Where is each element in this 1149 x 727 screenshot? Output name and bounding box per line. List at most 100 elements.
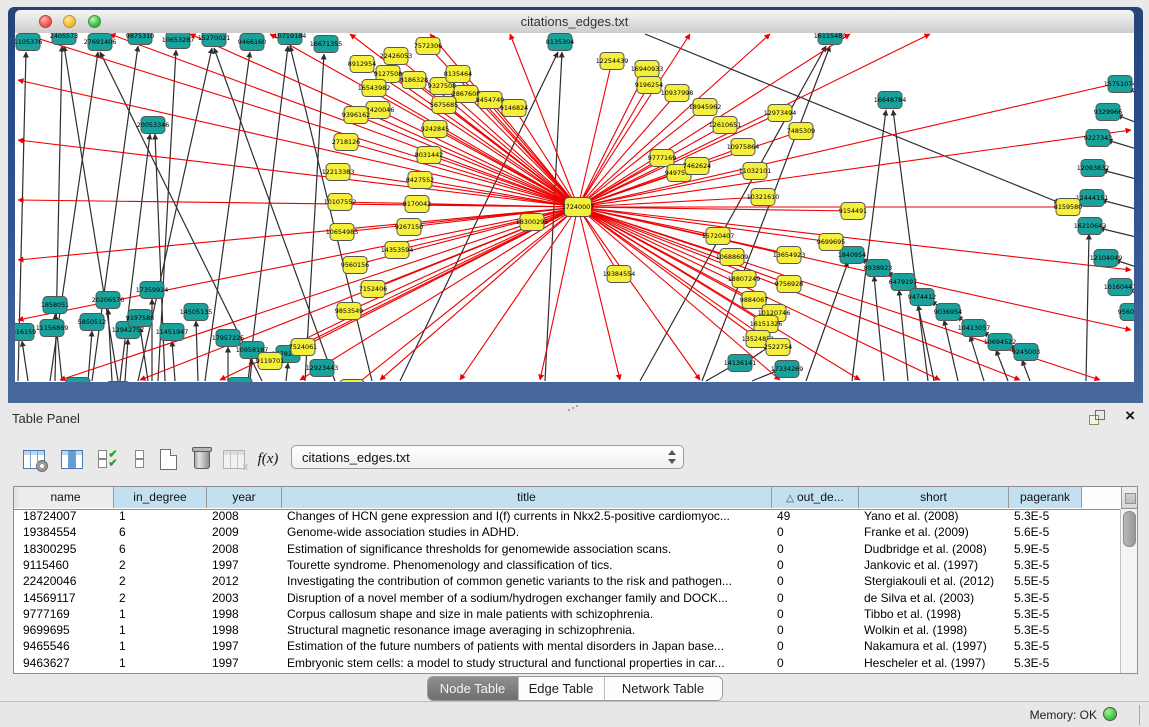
graph-node[interactable]: 5850512 xyxy=(78,314,106,331)
table-row[interactable]: 2242004622012Investigating the contribut… xyxy=(18,574,1121,590)
graph-node[interactable]: 9170042 xyxy=(403,196,431,213)
graph-node[interactable]: 9474412 xyxy=(908,289,936,306)
cell-year[interactable]: 2008 xyxy=(207,509,282,525)
cell-pagerank[interactable]: 5.3E-5 xyxy=(1009,656,1082,672)
graph-node[interactable]: 15720407 xyxy=(702,228,735,245)
graph-node[interactable]: 2405573 xyxy=(50,33,78,45)
graph-node[interactable]: 16115480 xyxy=(814,33,847,45)
graph-node[interactable]: 14505135 xyxy=(180,304,213,321)
graph-node[interactable]: 10160447 xyxy=(1104,279,1134,296)
cell-year[interactable]: 2003 xyxy=(207,591,282,607)
cell-pagerank[interactable]: 5.6E-5 xyxy=(1009,525,1082,541)
cell-short[interactable]: Franke et al. (2009) xyxy=(859,525,1009,541)
graph-node[interactable]: 11451947 xyxy=(156,324,189,341)
graph-node[interactable]: 12923443 xyxy=(306,360,339,377)
graph-node[interactable]: 20206576 xyxy=(92,292,125,309)
cell-out-de-[interactable]: 0 xyxy=(772,607,859,623)
graph-node[interactable]: 11032101 xyxy=(739,163,772,180)
graph-node[interactable]: 20053346 xyxy=(137,117,170,134)
cell-short[interactable]: Tibbo et al. (1998) xyxy=(859,607,1009,623)
graph-node[interactable]: 7152406 xyxy=(359,281,387,298)
graph-node[interactable]: 9316159 xyxy=(15,324,36,341)
tab-network-table[interactable]: Network Table xyxy=(605,677,722,700)
graph-node[interactable]: 7914560 xyxy=(104,382,132,383)
graph-node[interactable]: 11156869 xyxy=(36,320,69,337)
cell-short[interactable]: Nakamura et al. (1997) xyxy=(859,639,1009,655)
cell-title[interactable]: Corpus callosum shape and size in male p… xyxy=(282,607,772,623)
graph-node[interactable]: 6479197 xyxy=(889,274,917,291)
graph-node[interactable]: 14136141 xyxy=(724,355,757,372)
graph-node[interactable]: 9465546 xyxy=(64,378,92,383)
cell-year[interactable]: 1998 xyxy=(207,607,282,623)
graph-node[interactable]: 16151326 xyxy=(750,316,783,333)
graph-node[interactable]: 19384554 xyxy=(603,266,636,283)
column-header-pagerank[interactable]: pagerank xyxy=(1009,487,1082,508)
column-header-title[interactable]: title xyxy=(282,487,772,508)
cell-in-degree[interactable]: 1 xyxy=(114,623,207,639)
tab-edge-table[interactable]: Edge Table xyxy=(519,677,605,700)
graph-node[interactable]: 9196254 xyxy=(635,77,663,94)
delete-column-icon[interactable] xyxy=(188,444,216,474)
graph-node[interactable]: 10975864 xyxy=(727,139,760,156)
cell-short[interactable]: Yano et al. (2008) xyxy=(859,509,1009,525)
graph-node[interactable]: 10321610 xyxy=(747,189,780,206)
graph-node[interactable]: 8135464 xyxy=(444,66,472,83)
column-header-short[interactable]: short xyxy=(859,487,1009,508)
graph-node[interactable]: 1858051 xyxy=(41,297,69,314)
tab-node-table[interactable]: Node Table xyxy=(428,677,519,700)
cell-title[interactable]: Tourette syndrome. Phenomenology and cla… xyxy=(282,558,772,574)
cell-name[interactable]: 9463627 xyxy=(18,656,114,672)
cell-year[interactable]: 2008 xyxy=(207,542,282,558)
graph-node[interactable]: 9267150 xyxy=(395,219,423,236)
cell-short[interactable]: Dudbridge et al. (2008) xyxy=(859,542,1009,558)
table-row[interactable]: 977716911998Corpus callosum shape and si… xyxy=(18,607,1121,623)
graph-node[interactable]: 7572306 xyxy=(414,38,442,55)
scrollbar-thumb[interactable] xyxy=(1123,511,1136,547)
graph-node[interactable]: 18807249 xyxy=(728,271,761,288)
cell-in-degree[interactable]: 6 xyxy=(114,542,207,558)
cell-short[interactable]: de Silva et al. (2003) xyxy=(859,591,1009,607)
citation-network-graph[interactable]: 1105376240557327691406987531010653287152… xyxy=(15,33,1134,382)
graph-node[interactable]: 9036954 xyxy=(934,304,962,321)
cell-pagerank[interactable]: 5.3E-5 xyxy=(1009,558,1082,574)
vertical-scrollbar[interactable] xyxy=(1120,509,1137,673)
cell-short[interactable]: Wolkin et al. (1998) xyxy=(859,623,1009,639)
column-header-in-degree[interactable]: in_degree xyxy=(114,487,207,508)
graph-node[interactable]: 9853550 xyxy=(338,380,366,383)
table-mode-icon[interactable] xyxy=(20,444,48,474)
table-row[interactable]: 946362711997Embryonic stem cells: a mode… xyxy=(18,656,1121,672)
cell-in-degree[interactable]: 1 xyxy=(114,656,207,672)
cell-out-de-[interactable]: 49 xyxy=(772,509,859,525)
graph-node[interactable]: 8427552 xyxy=(406,172,434,189)
graph-node[interactable]: 9245003 xyxy=(1012,344,1040,361)
table-row[interactable]: 1456911722003Disruption of a novel membe… xyxy=(18,591,1121,607)
cell-title[interactable]: Estimation of the future numbers of pati… xyxy=(282,639,772,655)
graph-node[interactable]: 8938923 xyxy=(864,260,892,277)
graph-node[interactable]: 7462624 xyxy=(683,158,711,175)
table-select-dropdown[interactable]: citations_edges.txt xyxy=(291,445,684,469)
cell-in-degree[interactable]: 2 xyxy=(114,574,207,590)
cell-name[interactable]: 14569117 xyxy=(18,591,114,607)
cell-title[interactable]: Embryonic stem cells: a model to study s… xyxy=(282,656,772,672)
graph-node[interactable]: 9197588 xyxy=(126,310,154,327)
cell-name[interactable]: 9115460 xyxy=(18,558,114,574)
close-panel-icon[interactable]: × xyxy=(1125,406,1135,426)
graph-node[interactable]: 9875310 xyxy=(126,33,154,45)
graph-node[interactable]: 12610651 xyxy=(709,117,742,134)
graph-node[interactable]: 8186328 xyxy=(400,72,428,89)
cell-out-de-[interactable]: 0 xyxy=(772,542,859,558)
panel-resize-handle[interactable] xyxy=(567,404,579,412)
cell-name[interactable]: 9699695 xyxy=(18,623,114,639)
cell-year[interactable]: 2009 xyxy=(207,525,282,541)
graph-node[interactable]: 12213383 xyxy=(322,164,355,181)
cell-pagerank[interactable]: 5.9E-5 xyxy=(1009,542,1082,558)
cell-short[interactable]: Stergiakouli et al. (2012) xyxy=(859,574,1009,590)
cell-year[interactable]: 1998 xyxy=(207,623,282,639)
cell-pagerank[interactable]: 5.3E-5 xyxy=(1009,591,1082,607)
graph-node[interactable]: 14353594 xyxy=(381,242,414,259)
graph-node[interactable]: 10937998 xyxy=(661,85,694,102)
graph-node[interactable]: 9777169 xyxy=(648,150,676,167)
column-header-out-de-[interactable]: △out_de... xyxy=(772,487,859,508)
graph-node[interactable]: 13654923 xyxy=(773,247,806,264)
graph-node[interactable]: 8135304 xyxy=(546,34,574,51)
